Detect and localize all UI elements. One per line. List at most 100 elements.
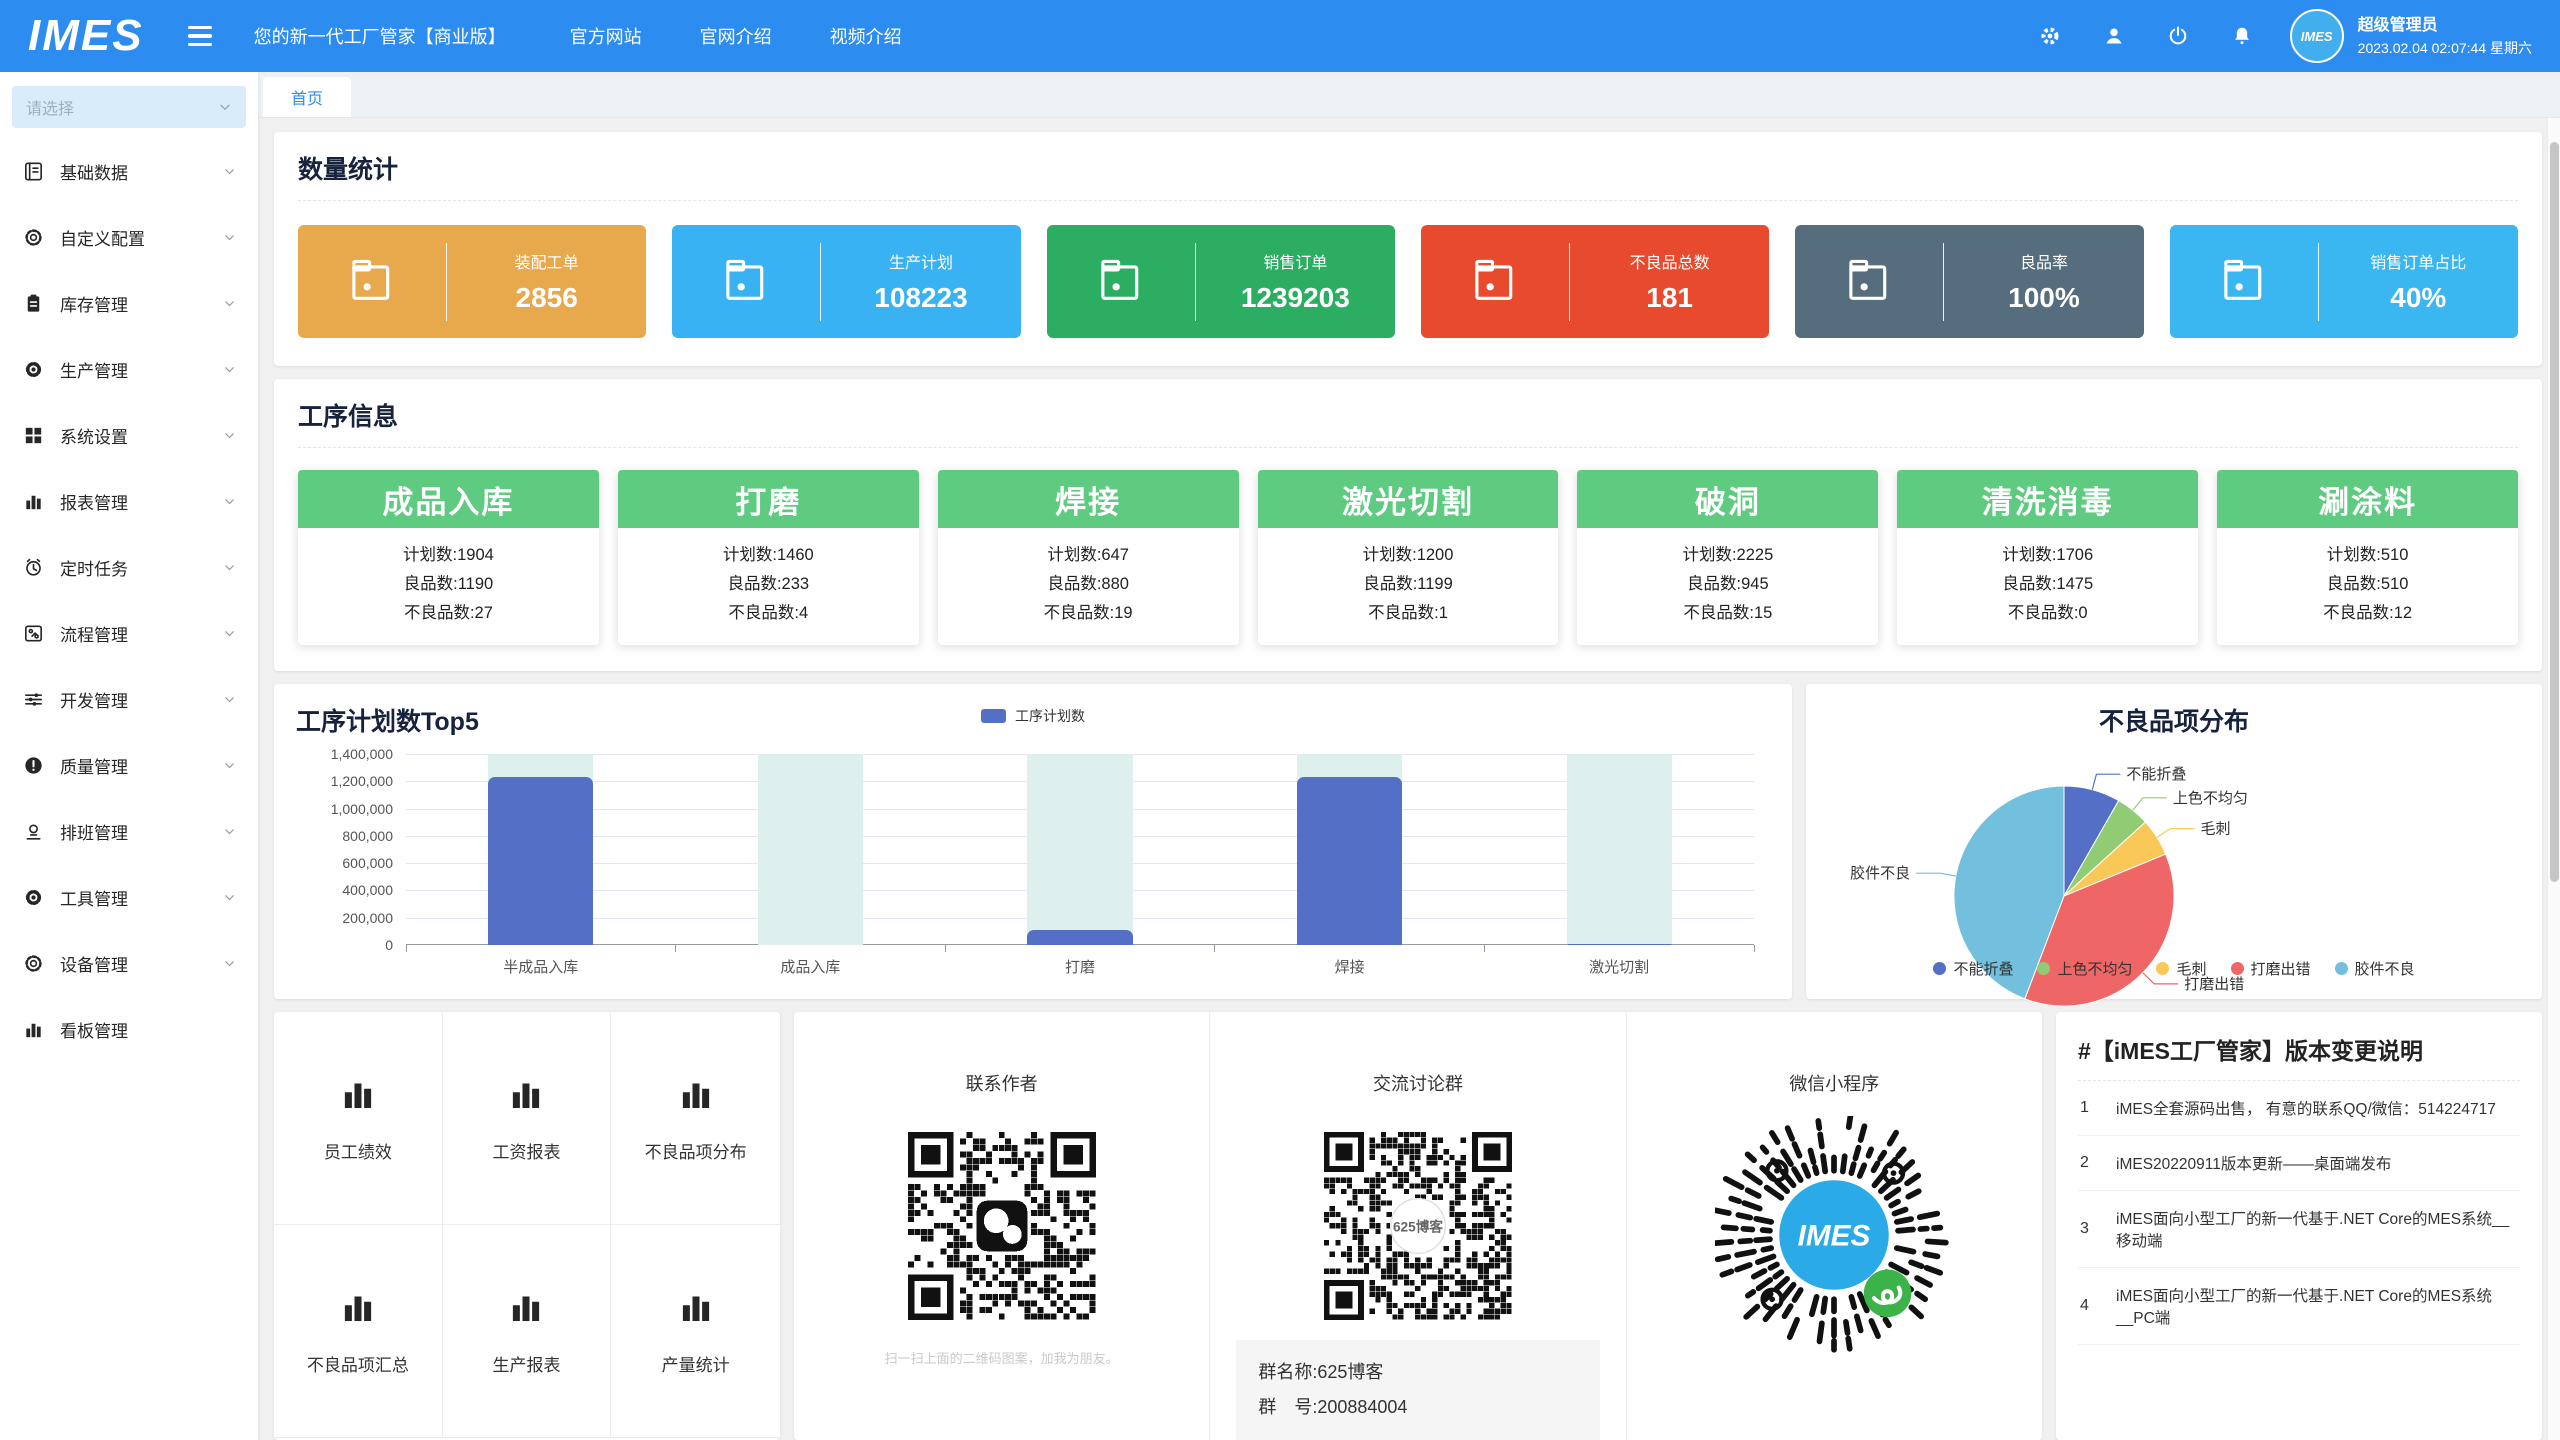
qr-caption: 扫一扫上面的二维码图案，加我为朋友。 (885, 1348, 1119, 1367)
clock-icon (22, 556, 45, 579)
sidebar-item-10[interactable]: 排班管理 (0, 798, 258, 864)
stat-label: 不良品总数 (1570, 249, 1769, 273)
alert-icon (22, 754, 45, 777)
imes-dashboard: IMES 您的新一代工厂管家【商业版】 官方网站官网介绍视频介绍 IMES 超级… (0, 0, 2560, 1440)
folder-icon (298, 253, 446, 311)
report-shortcut-3[interactable]: 不良品项汇总 (274, 1225, 443, 1438)
chevron-down-icon (223, 561, 236, 574)
process-tile-5: 清洗消毒计划数:1706良品数:1475不良品数:0 (1897, 470, 2198, 645)
legend-dot (2156, 962, 2169, 975)
changelog-list: 1iMES全套源码出售， 有意的联系QQ/微信：5142247172iMES20… (2078, 1081, 2520, 1345)
avatar[interactable]: IMES (2290, 9, 2344, 63)
sidebar-item-12[interactable]: 设备管理 (0, 930, 258, 996)
tab-home[interactable]: 首页 (263, 77, 351, 117)
user-icon[interactable] (2102, 24, 2126, 48)
report-shortcut-1[interactable]: 工资报表 (443, 1012, 612, 1225)
x-axis-label: 成品入库 (676, 956, 946, 977)
content: 数量统计 装配工单2856生产计划108223销售订单1239203不良品总数1… (258, 118, 2560, 1440)
stat-label: 装配工单 (447, 249, 646, 273)
pie-legend-item-1[interactable]: 上色不均匀 (2037, 958, 2132, 979)
stat-label: 销售订单占比 (2319, 249, 2518, 273)
sidebar: 请选择 基础数据自定义配置库存管理生产管理系统设置报表管理定时任务流程管理开发管… (0, 72, 258, 1440)
sidebar-item-0[interactable]: 基础数据 (0, 138, 258, 204)
report-label: 产量统计 (662, 1351, 730, 1376)
bar-chart-icon (503, 1073, 549, 1120)
process-section: 工序信息 成品入库计划数:1904良品数:1190不良品数:27打磨计划数:14… (274, 379, 2542, 671)
sidebar-item-2[interactable]: 库存管理 (0, 270, 258, 336)
sidebar-item-label: 基础数据 (60, 159, 128, 184)
chevron-down-icon (223, 825, 236, 838)
app-title: 您的新一代工厂管家【商业版】 (254, 23, 506, 49)
datetime: 2023.02.04 02:07:44 星期六 (2358, 38, 2532, 59)
svg-text:胶件不良: 胶件不良 (1850, 865, 1910, 882)
changelog-row-1: 2iMES20220911版本更新——桌面端发布 (2078, 1136, 2520, 1191)
report-label: 工资报表 (492, 1138, 560, 1163)
chevron-down-icon (223, 957, 236, 970)
pie-legend-item-4[interactable]: 胶件不良 (2335, 958, 2415, 979)
x-axis-label: 激光切割 (1484, 956, 1754, 977)
stat-label: 生产计划 (821, 249, 1020, 273)
vertical-scrollbar[interactable] (2547, 118, 2560, 1440)
nav-link-0[interactable]: 官方网站 (570, 23, 642, 49)
gear-icon[interactable] (2038, 24, 2062, 48)
bar-chart-legend[interactable]: 工序计划数 (981, 706, 1085, 726)
pie-legend-item-3[interactable]: 打磨出错 (2231, 958, 2311, 979)
process-name: 破洞 (1577, 470, 1878, 528)
select-placeholder: 请选择 (26, 95, 74, 119)
menu-toggle-icon[interactable] (188, 26, 212, 47)
bell-icon[interactable] (2230, 24, 2254, 48)
scrollbar-thumb[interactable] (2550, 142, 2559, 882)
doc-icon (22, 160, 45, 183)
pie-legend-item-2[interactable]: 毛刺 (2156, 958, 2206, 979)
sidebar-item-7[interactable]: 流程管理 (0, 600, 258, 666)
sidebar-item-11[interactable]: 工具管理 (0, 864, 258, 930)
sidebar-item-13[interactable]: 看板管理 (0, 996, 258, 1062)
app-header: IMES 您的新一代工厂管家【商业版】 官方网站官网介绍视频介绍 IMES 超级… (0, 0, 2560, 72)
sidebar-item-8[interactable]: 开发管理 (0, 666, 258, 732)
bar-半成品入库 (488, 777, 593, 945)
bar-焊接 (1297, 777, 1402, 945)
app-logo[interactable]: IMES (28, 11, 144, 61)
sidebar-item-6[interactable]: 定时任务 (0, 534, 258, 600)
bar-chart-icon (673, 1073, 719, 1120)
sidebar-item-4[interactable]: 系统设置 (0, 402, 258, 468)
sidebar-item-label: 报表管理 (60, 489, 128, 514)
miniprogram-qr-code: IMES (1715, 1116, 1953, 1354)
report-shortcut-0[interactable]: 员工绩效 (274, 1012, 443, 1225)
changelog-number: 3 (2080, 1220, 2116, 1238)
process-tile-4: 破洞计划数:2225良品数:945不良品数:15 (1577, 470, 1878, 645)
sidebar-item-label: 看板管理 (60, 1017, 128, 1042)
sidebar-item-label: 库存管理 (60, 291, 128, 316)
report-shortcut-4[interactable]: 生产报表 (443, 1225, 612, 1438)
power-icon[interactable] (2166, 24, 2190, 48)
changelog-row-0: 1iMES全套源码出售， 有意的联系QQ/微信：514224717 (2078, 1081, 2520, 1136)
report-shortcut-2[interactable]: 不良品项分布 (611, 1012, 780, 1225)
qr-group-info: 群名称:625博客群 号:200884004 (1236, 1340, 1599, 1440)
process-tile-6: 涮涂料计划数:510良品数:510不良品数:12 (2217, 470, 2518, 645)
clipboard-icon (22, 292, 45, 315)
report-shortcut-5[interactable]: 产量统计 (611, 1225, 780, 1438)
sidebar-item-1[interactable]: 自定义配置 (0, 204, 258, 270)
tab-bar: 首页 (258, 72, 2560, 118)
qr-panel-title: 微信小程序 (1789, 1070, 1879, 1096)
legend-label: 不能折叠 (1953, 958, 2013, 979)
nav-link-1[interactable]: 官网介绍 (700, 23, 772, 49)
legend-label: 打磨出错 (2251, 958, 2311, 979)
bar-打磨 (1027, 930, 1132, 945)
sidebar-item-3[interactable]: 生产管理 (0, 336, 258, 402)
bar-chart-title: 工序计划数Top5 (296, 702, 479, 738)
module-select[interactable]: 请选择 (12, 86, 246, 128)
stat-value: 2856 (447, 282, 646, 314)
sidebar-item-label: 定时任务 (60, 555, 128, 580)
sidebar-item-label: 系统设置 (60, 423, 128, 448)
sidebar-item-9[interactable]: 质量管理 (0, 732, 258, 798)
y-axis-label: 400,000 (288, 882, 393, 898)
x-axis-label: 半成品入库 (406, 956, 676, 977)
changelog-text: iMES20220911版本更新——桌面端发布 (2116, 1152, 2518, 1174)
process-tiles: 成品入库计划数:1904良品数:1190不良品数:27打磨计划数:1460良品数… (298, 470, 2518, 645)
sidebar-item-5[interactable]: 报表管理 (0, 468, 258, 534)
pie-legend-item-0[interactable]: 不能折叠 (1933, 958, 2013, 979)
nav-link-2[interactable]: 视频介绍 (830, 23, 902, 49)
bar-background-band (758, 754, 863, 945)
stat-label: 销售订单 (1196, 249, 1395, 273)
